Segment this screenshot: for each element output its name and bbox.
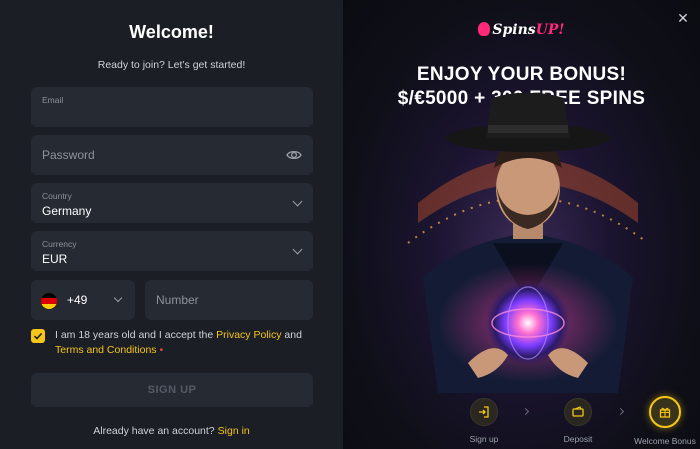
chevron-down-icon bbox=[292, 244, 303, 255]
signup-button[interactable]: SIGN UP bbox=[31, 373, 313, 407]
step-label: Sign up bbox=[469, 434, 499, 444]
form-title: Welcome! bbox=[129, 22, 214, 42]
check-icon bbox=[33, 332, 43, 340]
signin-link[interactable]: Sign in bbox=[218, 425, 250, 437]
step-label: Deposit bbox=[563, 434, 593, 444]
form-subtitle: Ready to join? Let’s get started! bbox=[97, 59, 246, 71]
step-deposit: Deposit bbox=[538, 398, 618, 444]
chevron-right-icon bbox=[616, 407, 625, 416]
step-welcome-bonus: Welcome Bonus bbox=[625, 396, 700, 446]
phone-number-input[interactable]: Number bbox=[145, 280, 313, 320]
currency-value: EUR bbox=[42, 252, 68, 266]
signup-modal: Welcome! Ready to join? Let’s get starte… bbox=[0, 0, 700, 449]
wallet-icon bbox=[564, 398, 592, 426]
brand-logo: SpinsUP! bbox=[343, 22, 700, 38]
logo-mark-icon bbox=[478, 22, 491, 36]
signin-prompt: Already have an account? Sign in bbox=[0, 425, 343, 437]
password-placeholder: Password bbox=[42, 148, 95, 162]
signup-form-panel: Welcome! Ready to join? Let’s get starte… bbox=[0, 0, 343, 449]
step-label: Welcome Bonus bbox=[634, 436, 696, 446]
already-text: Already have an account? bbox=[93, 425, 215, 437]
phone-number-placeholder: Number bbox=[156, 293, 199, 307]
privacy-policy-link[interactable]: Privacy Policy bbox=[216, 329, 281, 341]
consent-text-and: and bbox=[281, 329, 302, 341]
eye-icon[interactable] bbox=[286, 147, 302, 163]
phone-code-value: +49 bbox=[67, 293, 88, 307]
chevron-down-icon bbox=[292, 196, 303, 207]
currency-select[interactable]: Currency EUR bbox=[31, 231, 313, 271]
chevron-down-icon bbox=[113, 293, 123, 303]
germany-flag-icon bbox=[41, 293, 57, 309]
country-label: Country bbox=[42, 191, 72, 201]
terms-link[interactable]: Terms and Conditions bbox=[55, 344, 157, 356]
close-icon[interactable]: ✕ bbox=[675, 10, 691, 26]
required-mark: • bbox=[159, 343, 164, 356]
logo-accent: UP! bbox=[535, 22, 565, 38]
consent-text-before: I am 18 years old and I accept the bbox=[55, 329, 217, 341]
login-icon bbox=[470, 398, 498, 426]
phone-code-select[interactable]: +49 bbox=[31, 280, 135, 320]
currency-label: Currency bbox=[42, 239, 77, 249]
bonus-steps: Sign up Deposit Welcome Bonus bbox=[343, 396, 700, 449]
consent-text: I am 18 years old and I accept the Priva… bbox=[55, 328, 305, 357]
headline-line-1: ENJOY YOUR BONUS! bbox=[416, 64, 627, 85]
email-field[interactable]: Email bbox=[31, 87, 313, 127]
logo-text: Spins bbox=[492, 22, 536, 38]
password-field[interactable]: Password bbox=[31, 135, 313, 175]
promo-panel: SpinsUP! ENJOY YOUR BONUS! $/€5000 + 300… bbox=[343, 0, 700, 449]
magician-illustration bbox=[407, 93, 649, 393]
country-value: Germany bbox=[42, 204, 92, 218]
gift-icon bbox=[649, 396, 681, 428]
step-sign-up: Sign up bbox=[444, 398, 524, 444]
country-select[interactable]: Country Germany bbox=[31, 183, 313, 223]
email-label: Email bbox=[42, 95, 64, 105]
age-consent-checkbox[interactable] bbox=[31, 329, 45, 343]
